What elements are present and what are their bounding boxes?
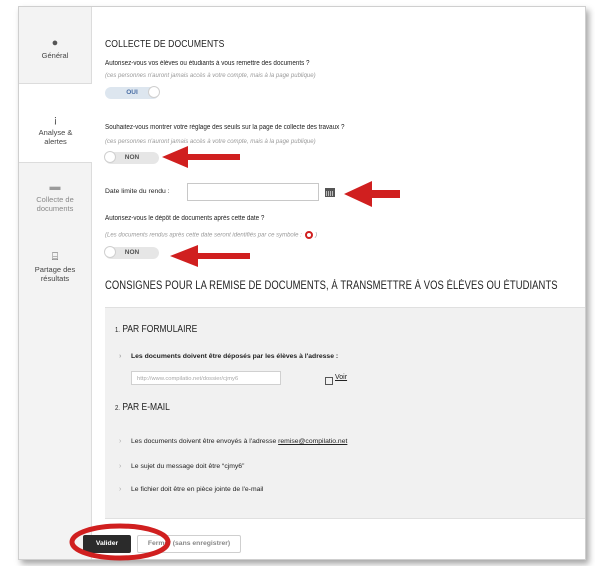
toggle-knob <box>104 151 116 163</box>
hint-text: (Les documents rendus après cette date s… <box>105 232 302 239</box>
toggle-allow-submit[interactable]: OUI <box>105 86 160 99</box>
toggle-show-thresholds[interactable]: NON <box>104 151 159 164</box>
view-link[interactable]: Voir <box>335 374 347 381</box>
hint-public-page: (ces personnes n'auront jamais accès à v… <box>105 73 316 79</box>
sidebar-item-sharing[interactable]: ⌸ Partage des résultats <box>19 251 91 283</box>
toggle-label: OUI <box>126 89 138 96</box>
hint-public-page: (ces personnes n'auront jamais accès à v… <box>105 139 316 145</box>
hint-text-end: ) <box>315 232 318 239</box>
email-instruction-address: Les documents doivent être envoyés à l'a… <box>119 438 347 445</box>
external-link-icon[interactable] <box>325 377 333 385</box>
date-label: Date limite du rendu : <box>105 188 170 195</box>
presentation-icon: ⌸ <box>51 251 59 263</box>
subsection-form-title: 1. PAR FORMULAIRE <box>115 324 197 335</box>
validate-button[interactable]: Valider <box>83 535 131 553</box>
info-icon: ● <box>51 37 59 49</box>
instructions-panel: 1. PAR FORMULAIRE Les documents doivent … <box>105 307 585 519</box>
subsection-title: PAR E-MAIL <box>122 402 170 413</box>
settings-window: ● Général ¡ Analyse & alertes ▬ Collecte… <box>18 6 586 560</box>
toggle-label: NON <box>124 154 140 161</box>
close-without-saving-button[interactable]: Fermer (sans enregistrer) <box>137 535 241 553</box>
sidebar-item-label: Partage des <box>34 265 76 274</box>
subsection-number: 2. <box>115 405 120 412</box>
toggle-label: NON <box>124 249 140 256</box>
section-title-instructions: CONSIGNES POUR LA REMISE DE DOCUMENTS, À… <box>105 280 558 292</box>
sidebar-item-label: Collecte de <box>36 195 74 204</box>
question-late-submission: Autorisez-vous le dépôt de documents apr… <box>105 215 265 222</box>
subsection-title: PAR FORMULAIRE <box>122 324 198 335</box>
subsection-number: 1. <box>115 327 120 334</box>
hint-late-symbol: (Les documents rendus après cette date s… <box>105 231 317 239</box>
sidebar-item-general[interactable]: ● Général <box>19 37 91 60</box>
email-instruction-subject: Le sujet du message doit être “cjmy6” <box>119 463 244 470</box>
sidebar-item-label: documents <box>36 204 74 213</box>
toggle-knob <box>148 86 160 98</box>
toggle-knob <box>104 246 116 258</box>
question-allow-submit: Autorisez-vous vos élèves ou étudiants à… <box>105 60 310 67</box>
toggle-late-submission[interactable]: NON <box>104 246 159 259</box>
sidebar-item-label: alertes <box>44 137 67 146</box>
inbox-icon: ▬ <box>49 181 61 193</box>
sidebar-item-label: Général <box>41 51 69 60</box>
sidebar-item-analysis[interactable]: ¡ Analyse & alertes <box>19 83 92 163</box>
email-instruction-attachment: Le fichier doit être en pièce jointe de … <box>119 486 263 493</box>
main-content: COLLECTE DE DOCUMENTS Autorisez-vous vos… <box>104 7 585 559</box>
sidebar-item-collect[interactable]: ▬ Collecte de documents <box>19 181 91 213</box>
exclamation-icon: ¡ <box>53 114 58 126</box>
collect-url-field[interactable]: http://www.compilatio.net/dossier/cjmy6 <box>131 371 281 385</box>
sidebar-item-label: résultats <box>40 274 70 283</box>
email-address-link[interactable]: remise@compilatio.net <box>278 438 347 445</box>
instruction-text: Les documents doivent être envoyés à l'a… <box>131 438 279 445</box>
late-symbol-icon <box>305 231 314 239</box>
calendar-icon[interactable] <box>325 188 335 197</box>
section-title-collect: COLLECTE DE DOCUMENTS <box>105 38 225 50</box>
due-date-input[interactable] <box>187 183 319 201</box>
sidebar-item-label: Analyse & <box>38 128 73 137</box>
subsection-email-title: 2. PAR E-MAIL <box>115 402 170 413</box>
question-show-thresholds: Souhaitez-vous montrer votre réglage des… <box>105 124 345 131</box>
form-instruction-text: Les documents doivent être déposés par l… <box>119 353 338 360</box>
sidebar: ● Général ¡ Analyse & alertes ▬ Collecte… <box>19 7 92 559</box>
